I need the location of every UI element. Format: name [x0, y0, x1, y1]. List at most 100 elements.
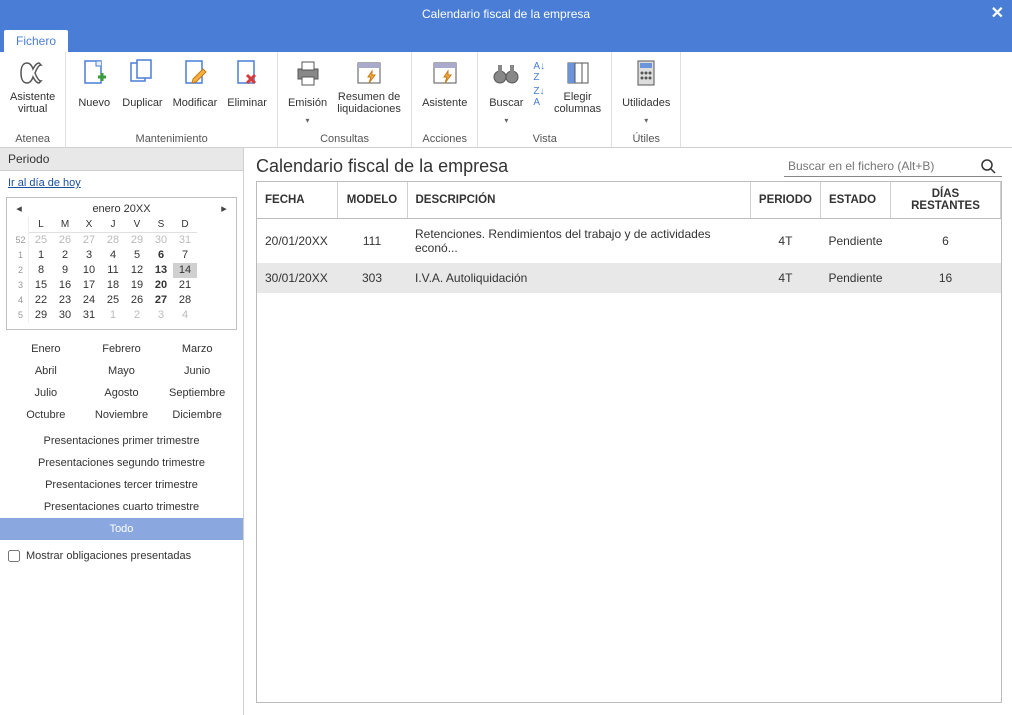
cal-weeknum: 3 [13, 278, 29, 293]
col-fecha[interactable]: FECHA [257, 182, 337, 219]
cal-day[interactable]: 4 [173, 308, 197, 323]
cal-day[interactable]: 22 [29, 293, 53, 308]
modificar-button[interactable]: Modificar [169, 54, 222, 118]
cal-day[interactable]: 23 [53, 293, 77, 308]
utilidades-button[interactable]: Utilidades ▾ [618, 54, 674, 128]
cal-day[interactable]: 18 [101, 278, 125, 293]
cal-day[interactable]: 15 [29, 278, 53, 293]
month-diciembre[interactable]: Diciembre [159, 404, 235, 426]
cal-day[interactable]: 29 [125, 233, 149, 248]
duplicar-button[interactable]: Duplicar [118, 54, 166, 118]
cal-day[interactable]: 9 [53, 263, 77, 278]
cal-day[interactable]: 11 [101, 263, 125, 278]
cal-day[interactable]: 25 [29, 233, 53, 248]
search-input[interactable] [784, 157, 974, 175]
month-marzo[interactable]: Marzo [159, 338, 235, 360]
col-periodo[interactable]: PERIODO [750, 182, 820, 219]
cal-day[interactable]: 1 [101, 308, 125, 323]
binoculars-icon [490, 57, 522, 89]
preset-item[interactable]: Presentaciones tercer trimestre [0, 474, 243, 496]
cal-day[interactable]: 12 [125, 263, 149, 278]
cal-day[interactable]: 31 [173, 233, 197, 248]
close-icon[interactable]: ✕ [991, 3, 1004, 23]
emision-button[interactable]: Emisión ▾ [284, 54, 331, 128]
cal-day[interactable]: 13 [149, 263, 173, 278]
cal-day[interactable]: 30 [149, 233, 173, 248]
month-abril[interactable]: Abril [8, 360, 84, 382]
month-octubre[interactable]: Octubre [8, 404, 84, 426]
title-bar: Calendario fiscal de la empresa ✕ [0, 0, 1012, 28]
show-presented-checkbox[interactable]: Mostrar obligaciones presentadas [0, 540, 243, 572]
nuevo-button[interactable]: Nuevo [72, 54, 116, 118]
col-dias[interactable]: DÍAS RESTANTES [891, 182, 1001, 219]
sort-asc-button[interactable]: A↓Z [530, 60, 548, 84]
cal-day[interactable]: 2 [125, 308, 149, 323]
month-febrero[interactable]: Febrero [84, 338, 160, 360]
cal-day[interactable]: 17 [77, 278, 101, 293]
cal-day[interactable]: 29 [29, 308, 53, 323]
cal-day[interactable]: 6 [149, 248, 173, 263]
preset-item[interactable]: Presentaciones segundo trimestre [0, 452, 243, 474]
month-mayo[interactable]: Mayo [84, 360, 160, 382]
table-row[interactable]: 30/01/20XX303I.V.A. Autoliquidación4TPen… [257, 263, 1001, 293]
cal-day[interactable]: 28 [173, 293, 197, 308]
today-link[interactable]: Ir al día de hoy [0, 171, 243, 195]
cal-day[interactable]: 3 [149, 308, 173, 323]
cal-day[interactable]: 3 [77, 248, 101, 263]
buscar-button[interactable]: Buscar ▾ [484, 54, 528, 128]
cell-desc: Retenciones. Rendimientos del trabajo y … [407, 219, 750, 264]
col-estado[interactable]: ESTADO [820, 182, 890, 219]
preset-item[interactable]: Presentaciones cuarto trimestre [0, 496, 243, 518]
cal-day[interactable]: 19 [125, 278, 149, 293]
asistente-button[interactable]: Asistente [418, 54, 471, 118]
month-noviembre[interactable]: Noviembre [84, 404, 160, 426]
cal-day[interactable]: 8 [29, 263, 53, 278]
resumen-button[interactable]: Resumen de liquidaciones [333, 54, 405, 118]
show-presented-input[interactable] [8, 550, 20, 562]
cal-weeknum: 4 [13, 293, 29, 308]
utilidades-label: Utilidades [622, 91, 670, 115]
search-box[interactable] [784, 156, 1002, 177]
sidebar-header: Periodo [0, 148, 243, 171]
cal-day[interactable]: 14 [173, 263, 197, 278]
cal-day[interactable]: 10 [77, 263, 101, 278]
buscar-label: Buscar [489, 91, 523, 115]
sort-desc-button[interactable]: Z↓A [530, 85, 548, 109]
cal-day[interactable]: 7 [173, 248, 197, 263]
month-julio[interactable]: Julio [8, 382, 84, 404]
cal-next-button[interactable]: ▸ [218, 202, 230, 215]
columnas-button[interactable]: Elegir columnas [550, 54, 605, 118]
cal-day[interactable]: 2 [53, 248, 77, 263]
cal-day[interactable]: 27 [77, 233, 101, 248]
col-desc[interactable]: DESCRIPCIÓN [407, 182, 750, 219]
cal-day[interactable]: 30 [53, 308, 77, 323]
table-row[interactable]: 20/01/20XX111Retenciones. Rendimientos d… [257, 219, 1001, 264]
cal-day[interactable]: 25 [101, 293, 125, 308]
cal-day[interactable]: 16 [53, 278, 77, 293]
preset-item[interactable]: Todo [0, 518, 243, 540]
asistente-virtual-button[interactable]: Asistente virtual [6, 54, 59, 118]
printer-icon [292, 57, 324, 89]
preset-item[interactable]: Presentaciones primer trimestre [0, 430, 243, 452]
cal-day[interactable]: 20 [149, 278, 173, 293]
cal-day[interactable]: 21 [173, 278, 197, 293]
search-icon[interactable] [974, 156, 1002, 176]
eliminar-button[interactable]: Eliminar [223, 54, 271, 118]
cal-day[interactable]: 26 [53, 233, 77, 248]
cal-day[interactable]: 26 [125, 293, 149, 308]
tab-file[interactable]: Fichero [4, 30, 68, 52]
cal-prev-button[interactable]: ◂ [13, 202, 25, 215]
cal-day[interactable]: 4 [101, 248, 125, 263]
cal-day[interactable]: 5 [125, 248, 149, 263]
cal-day[interactable]: 24 [77, 293, 101, 308]
cal-day[interactable]: 1 [29, 248, 53, 263]
cal-day[interactable]: 31 [77, 308, 101, 323]
month-junio[interactable]: Junio [159, 360, 235, 382]
month-agosto[interactable]: Agosto [84, 382, 160, 404]
month-enero[interactable]: Enero [8, 338, 84, 360]
col-modelo[interactable]: MODELO [337, 182, 407, 219]
cal-day[interactable]: 28 [101, 233, 125, 248]
cal-day[interactable]: 27 [149, 293, 173, 308]
month-septiembre[interactable]: Septiembre [159, 382, 235, 404]
window-title: Calendario fiscal de la empresa [422, 7, 590, 21]
